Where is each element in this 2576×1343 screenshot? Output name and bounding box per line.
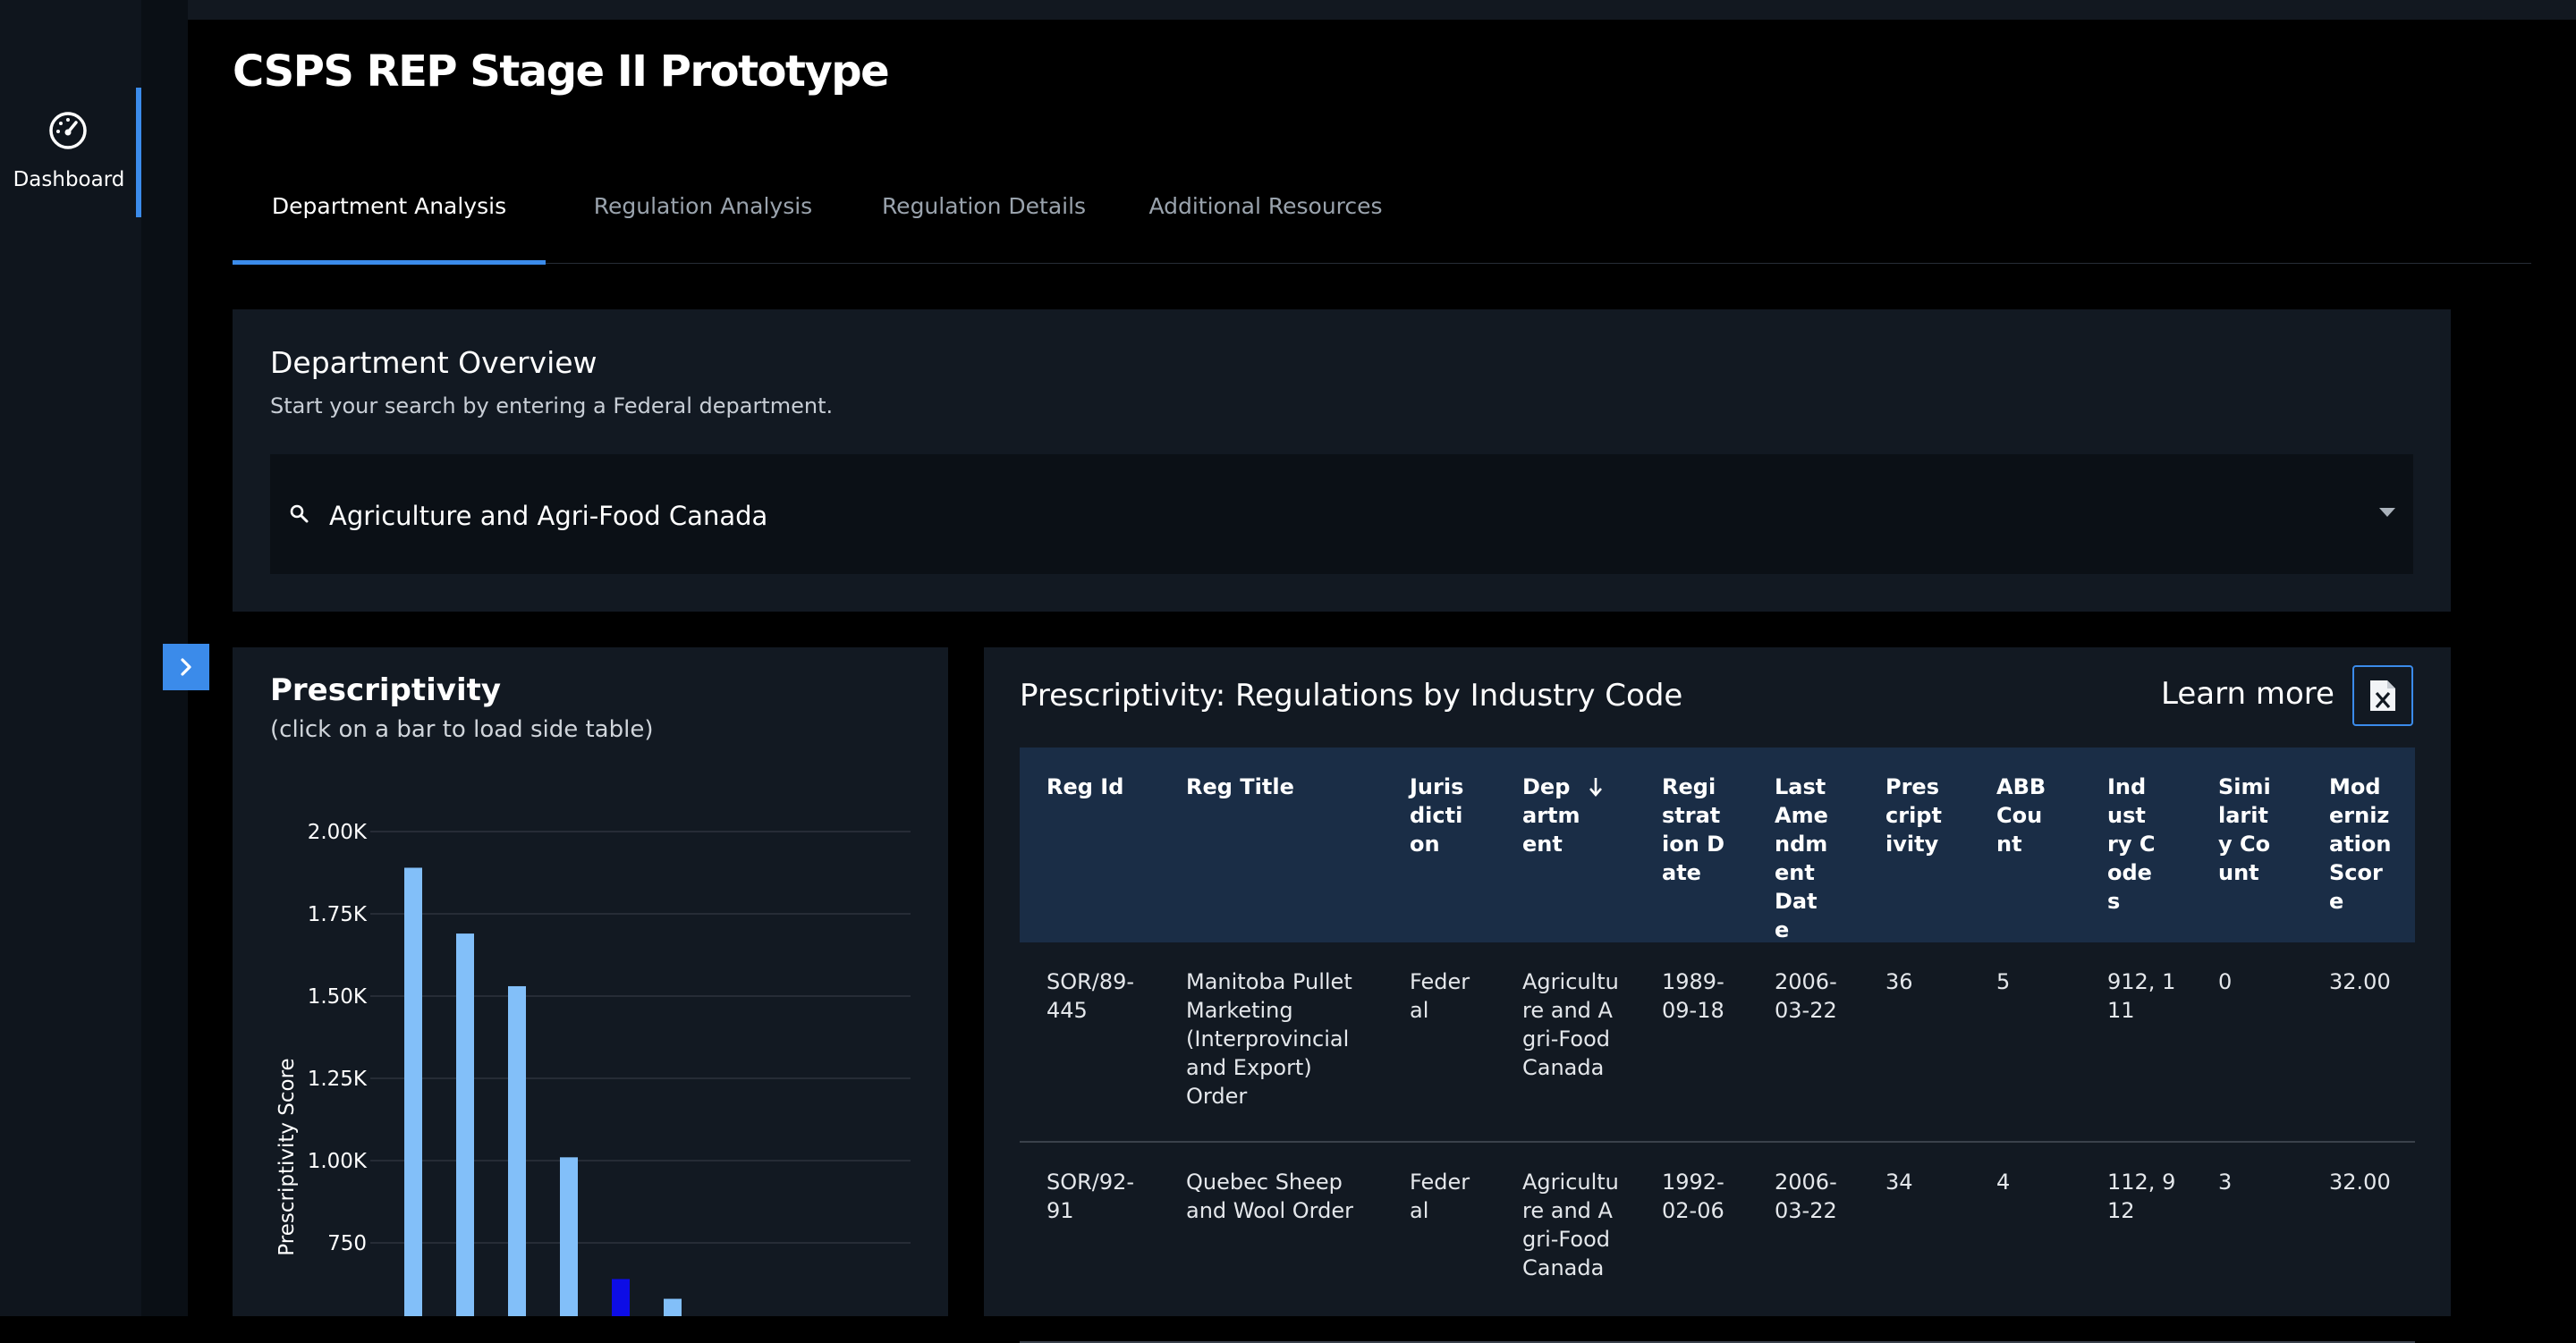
cell-reg-title: Manitoba Pullet Marketing (Interprovinci… <box>1186 969 1352 1109</box>
bar[interactable] <box>508 985 526 1316</box>
cell-industry-codes: 912, 111 <box>2107 969 2176 1023</box>
column-header-abb-count[interactable]: ABB Count <box>1996 773 2055 858</box>
tab-regulation-analysis[interactable]: Regulation Analysis <box>571 170 835 263</box>
cell-prescriptivity: 36 <box>1885 969 1913 994</box>
cell-modernization-score: 32.00 <box>2329 969 2391 994</box>
cell-abb-count: 4 <box>1996 1170 2011 1195</box>
table-row[interactable]: SOR/92-91 Quebec Sheep and Wool Order Fe… <box>1020 1143 2415 1343</box>
export-excel-button[interactable] <box>2352 665 2413 726</box>
cell-prescriptivity: 34 <box>1885 1170 1913 1195</box>
department-select-value: Agriculture and Agri-Food Canada <box>329 501 768 531</box>
cell-reg-id: SOR/92-91 <box>1046 1170 1135 1223</box>
tab-label: Regulation Details <box>881 193 1087 219</box>
sidebar-item-label: Dashboard <box>13 168 125 191</box>
cell-reg-title: Quebec Sheep and Wool Order <box>1186 1170 1353 1223</box>
tab-additional-resources[interactable]: Additional Resources <box>1127 170 1404 263</box>
sidebar-item-dashboard[interactable]: Dashboard <box>0 88 141 217</box>
department-overview-panel: Department Overview Start your search by… <box>233 309 2451 612</box>
table-header-row: Reg Id Reg Title Jurisdiction Department… <box>1020 748 2415 942</box>
chevron-down-icon[interactable] <box>2379 508 2395 517</box>
search-icon <box>290 504 309 523</box>
column-header-prescriptivity[interactable]: Prescriptivity <box>1885 773 1945 858</box>
bar[interactable] <box>664 1298 682 1316</box>
cell-last-amendment-date: 2006-03-22 <box>1775 969 1837 1023</box>
y-axis-label: Prescriptivity Score <box>275 1058 299 1255</box>
learn-more-link[interactable]: Learn more <box>2161 676 2334 712</box>
cell-abb-count: 5 <box>1996 969 2011 994</box>
cell-industry-codes: 112, 912 <box>2107 1170 2176 1223</box>
cell-similarity-count: 3 <box>2218 1170 2233 1195</box>
column-header-registration-date[interactable]: Registration Date <box>1662 773 1726 887</box>
tab-bar: Department Analysis Regulation Analysis … <box>233 170 2531 265</box>
y-tick-label: 1.75K <box>308 903 368 926</box>
regulations-table-panel: Prescriptivity: Regulations by Industry … <box>984 647 2451 1343</box>
y-tick-label: 750 <box>327 1232 367 1255</box>
column-header-modernization-score[interactable]: Modernization Score <box>2329 773 2392 916</box>
panel-subtitle: Start your search by entering a Federal … <box>270 393 834 418</box>
prescriptivity-chart-panel: 750 1.00K 1.25K 1.50K 1.75K 2.00K Prescriptivi… <box>233 647 948 1316</box>
cell-similarity-count: 0 <box>2218 969 2233 994</box>
cell-reg-id: SOR/89-445 <box>1046 969 1135 1023</box>
column-header-reg-title[interactable]: Reg Title <box>1186 773 1365 801</box>
y-tick-label: 1.00K <box>308 1150 368 1173</box>
table-row[interactable]: SOR/89-445 Manitoba Pullet Marketing (In… <box>1020 942 2415 1143</box>
sort-descending-icon[interactable] <box>1588 776 1604 798</box>
tab-active-underline <box>233 260 546 265</box>
y-tick-label: 2.00K <box>308 821 368 844</box>
bar[interactable] <box>404 867 422 1316</box>
tab-label: Additional Resources <box>1148 193 1383 219</box>
page-title: CSPS REP Stage II Prototype <box>233 46 890 97</box>
chart-subtitle: (click on a bar to load side table) <box>270 716 654 743</box>
top-bar <box>143 0 2576 20</box>
cell-modernization-score: 32.00 <box>2329 1170 2391 1195</box>
tab-regulation-details[interactable]: Regulation Details <box>859 170 1109 263</box>
cell-registration-date: 1992-02-06 <box>1662 1170 1724 1223</box>
regulations-table: Reg Id Reg Title Jurisdiction Department… <box>1020 748 2415 1343</box>
panel-title: Department Overview <box>270 345 597 380</box>
chart-title: Prescriptivity <box>270 672 502 708</box>
column-header-industry-codes[interactable]: Industry Codes <box>2107 773 2156 916</box>
bar[interactable] <box>612 1279 630 1316</box>
department-select[interactable]: Agriculture and Agri-Food Canada <box>270 454 2413 574</box>
tab-label: Regulation Analysis <box>593 193 813 219</box>
cell-last-amendment-date: 2006-03-22 <box>1775 1170 1837 1223</box>
y-tick-label: 1.25K <box>308 1068 368 1091</box>
y-tick-label: 1.50K <box>308 985 368 1009</box>
cell-department: Agriculture and Agri-Food Canada <box>1522 969 1619 1080</box>
excel-file-icon <box>2370 680 2395 711</box>
sidebar: Dashboard <box>0 0 141 1316</box>
chevron-right-icon <box>181 658 191 676</box>
column-header-last-amendment-date[interactable]: Last Amendment Date <box>1775 773 1830 944</box>
tab-label: Department Analysis <box>271 193 507 219</box>
table-title: Prescriptivity: Regulations by Industry … <box>1020 678 1683 714</box>
column-header-department[interactable]: Department <box>1522 773 1581 858</box>
speedometer-icon <box>49 112 87 149</box>
expand-panel-button[interactable] <box>163 644 209 690</box>
cell-registration-date: 1989-09-18 <box>1662 969 1724 1023</box>
bar[interactable] <box>560 1157 578 1316</box>
column-header-jurisdiction[interactable]: Jurisdiction <box>1410 773 1476 858</box>
prescriptivity-chart: 750 1.00K 1.25K 1.50K 1.75K 2.00K Prescriptivi… <box>275 821 911 1316</box>
column-header-reg-id[interactable]: Reg Id <box>1046 773 1154 801</box>
tab-department-analysis[interactable]: Department Analysis <box>233 170 546 265</box>
cell-jurisdiction: Federal <box>1410 969 1470 1023</box>
cell-jurisdiction: Federal <box>1410 1170 1470 1223</box>
bar[interactable] <box>456 933 474 1316</box>
column-header-similarity-count[interactable]: Similarity Count <box>2218 773 2277 887</box>
cell-department: Agriculture and Agri-Food Canada <box>1522 1170 1619 1280</box>
